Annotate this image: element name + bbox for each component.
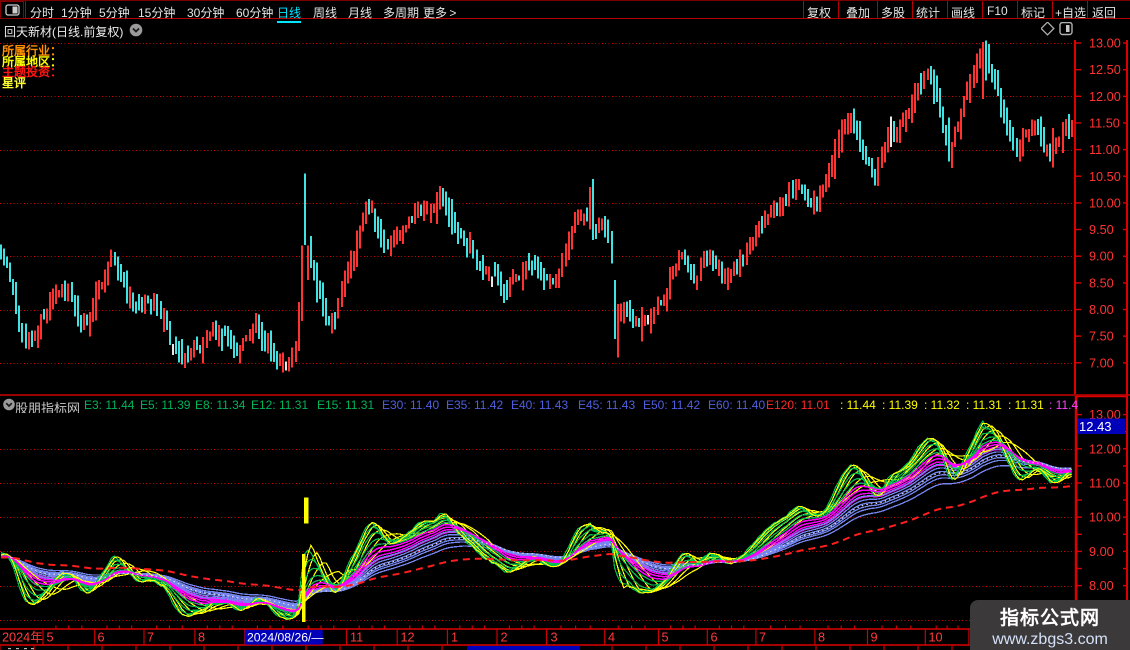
svg-text:11.00: 11.00: [1089, 143, 1120, 157]
svg-text:12: 12: [401, 631, 415, 645]
svg-text:3: 3: [551, 631, 558, 645]
svg-text:11: 11: [350, 631, 363, 645]
svg-text:12.00: 12.00: [1089, 90, 1121, 104]
svg-text:10.00: 10.00: [1089, 196, 1121, 210]
svg-text:11.00: 11.00: [1089, 477, 1120, 491]
svg-text:6: 6: [98, 631, 105, 645]
svg-text:9.50: 9.50: [1089, 223, 1114, 237]
svg-text:9: 9: [871, 631, 878, 645]
svg-text:9.00: 9.00: [1089, 250, 1114, 264]
svg-text:5: 5: [47, 631, 54, 645]
svg-text:1: 1: [451, 631, 458, 645]
svg-text:5: 5: [662, 631, 669, 645]
svg-text:8.50: 8.50: [1089, 276, 1114, 290]
svg-text:8.00: 8.00: [1089, 303, 1114, 317]
svg-text:8: 8: [818, 631, 825, 645]
svg-text:12.50: 12.50: [1089, 63, 1121, 77]
svg-text:7: 7: [147, 631, 154, 645]
svg-text:7: 7: [759, 631, 766, 645]
svg-text:10.50: 10.50: [1089, 170, 1121, 184]
svg-text:12.43: 12.43: [1079, 419, 1112, 434]
svg-text:2024年: 2024年: [2, 631, 43, 645]
svg-text:9.00: 9.00: [1089, 545, 1114, 559]
svg-text:2024/08/26/—: 2024/08/26/—: [247, 631, 324, 645]
svg-text:10.00: 10.00: [1089, 511, 1121, 525]
svg-text:2: 2: [501, 631, 508, 645]
svg-text:8: 8: [198, 631, 205, 645]
svg-text:8.00: 8.00: [1089, 579, 1114, 593]
svg-text:7.50: 7.50: [1089, 330, 1114, 344]
svg-text:4: 4: [608, 631, 615, 645]
svg-text:6: 6: [711, 631, 718, 645]
svg-text:12.00: 12.00: [1089, 442, 1121, 456]
svg-text:11.50: 11.50: [1089, 116, 1120, 130]
svg-text:7.00: 7.00: [1089, 356, 1114, 370]
svg-text:10: 10: [929, 631, 943, 645]
